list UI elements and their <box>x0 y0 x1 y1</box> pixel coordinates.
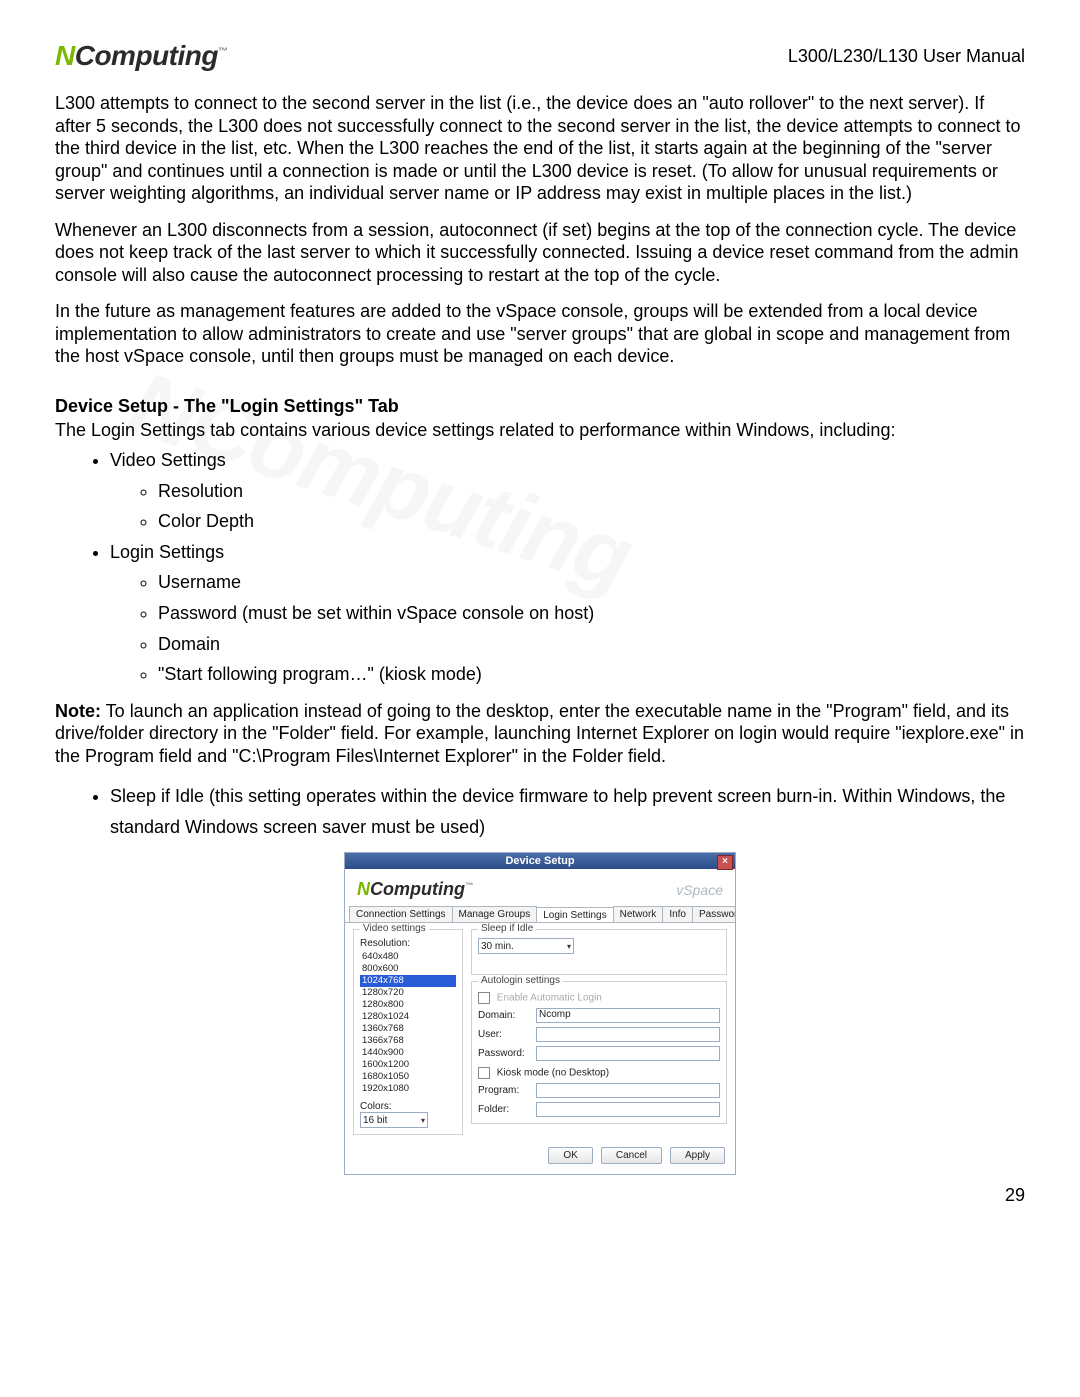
fieldset-title: Sleep if Idle <box>478 923 536 934</box>
apply-button[interactable]: Apply <box>670 1147 725 1164</box>
list-item: Login Settings Username Password (must b… <box>110 537 1025 690</box>
list-item: Username <box>158 567 1025 598</box>
password-label: Password: <box>478 1048 532 1059</box>
list-item: Color Depth <box>158 506 1025 537</box>
section-intro: The Login Settings tab contains various … <box>55 419 1025 442</box>
folder-label: Folder: <box>478 1104 532 1115</box>
device-setup-dialog: Device Setup × NComputing™ vSpace Connec… <box>344 852 736 1175</box>
resolution-option[interactable]: 1440x900 <box>360 1047 456 1059</box>
resolution-option[interactable]: 800x600 <box>360 963 456 975</box>
list-label: Video Settings <box>110 450 226 470</box>
tab-password[interactable]: Password <box>692 906 735 922</box>
domain-input[interactable]: Ncomp <box>536 1008 720 1023</box>
fieldset-title: Autologin settings <box>478 975 563 986</box>
kiosk-mode-checkbox[interactable] <box>478 1067 490 1079</box>
page-number: 29 <box>55 1185 1025 1206</box>
note-text: To launch an application instead of goin… <box>55 701 1024 766</box>
kiosk-mode-label: Kiosk mode (no Desktop) <box>497 1068 609 1079</box>
resolution-option[interactable]: 1920x1080 <box>360 1083 456 1095</box>
tab-connection-settings[interactable]: Connection Settings <box>349 906 453 922</box>
colors-label: Colors: <box>360 1101 456 1112</box>
list-item: Password (must be set within vSpace cons… <box>158 598 1025 629</box>
note-paragraph: Note: To launch an application instead o… <box>55 700 1025 768</box>
header-doc-title: L300/L230/L130 User Manual <box>788 46 1025 67</box>
resolution-label: Resolution: <box>360 938 456 949</box>
chevron-down-icon: ▾ <box>421 1116 425 1125</box>
ok-button[interactable]: OK <box>548 1147 592 1164</box>
colors-select[interactable]: 16 bit ▾ <box>360 1112 428 1128</box>
folder-input[interactable] <box>536 1102 720 1117</box>
sleep-fieldset: Sleep if Idle 30 min. ▾ <box>471 929 727 975</box>
resolution-option[interactable]: 1360x768 <box>360 1023 456 1035</box>
fieldset-title: Video settings <box>360 923 429 934</box>
resolution-option[interactable]: 1680x1050 <box>360 1071 456 1083</box>
resolution-option[interactable]: 1600x1200 <box>360 1059 456 1071</box>
program-input[interactable] <box>536 1083 720 1098</box>
dialog-title: Device Setup <box>505 855 574 867</box>
cancel-button[interactable]: Cancel <box>601 1147 662 1164</box>
list-item: "Start following program…" (kiosk mode) <box>158 659 1025 690</box>
sleep-list: Sleep if Idle (this setting operates wit… <box>55 781 1025 842</box>
dialog-titlebar: Device Setup × <box>345 853 735 869</box>
enable-autologin-label: Enable Automatic Login <box>497 993 602 1004</box>
resolution-option[interactable]: 1280x800 <box>360 999 456 1011</box>
chevron-down-icon: ▾ <box>567 942 571 951</box>
password-input[interactable] <box>536 1046 720 1061</box>
list-item: Domain <box>158 629 1025 660</box>
dialog-brand-logo: NComputing™ <box>357 879 473 900</box>
resolution-option[interactable]: 1366x768 <box>360 1035 456 1047</box>
program-label: Program: <box>478 1085 532 1096</box>
sleep-value: 30 min. <box>481 941 514 952</box>
video-settings-fieldset: Video settings Resolution: 640x480800x60… <box>353 929 463 1135</box>
resolution-option[interactable]: 640x480 <box>360 951 456 963</box>
enable-autologin-checkbox[interactable] <box>478 992 490 1004</box>
resolution-list[interactable]: 640x480800x6001024x7681280x7201280x80012… <box>360 951 456 1095</box>
dialog-tabs: Connection Settings Manage Groups Login … <box>345 906 735 923</box>
autologin-fieldset: Autologin settings Enable Automatic Logi… <box>471 981 727 1124</box>
list-item: Sleep if Idle (this setting operates wit… <box>110 781 1025 842</box>
list-label: Login Settings <box>110 542 224 562</box>
list-item: Video Settings Resolution Color Depth <box>110 445 1025 537</box>
resolution-option[interactable]: 1024x768 <box>360 975 456 987</box>
paragraph-1: L300 attempts to connect to the second s… <box>55 92 1025 205</box>
paragraph-3: In the future as management features are… <box>55 300 1025 368</box>
sleep-select[interactable]: 30 min. ▾ <box>478 938 574 954</box>
colors-value: 16 bit <box>363 1115 387 1126</box>
settings-list: Video Settings Resolution Color Depth Lo… <box>55 445 1025 690</box>
resolution-option[interactable]: 1280x1024 <box>360 1011 456 1023</box>
close-icon[interactable]: × <box>717 855 733 870</box>
user-label: User: <box>478 1029 532 1040</box>
resolution-option[interactable]: 1280x720 <box>360 987 456 999</box>
tab-login-settings[interactable]: Login Settings <box>536 907 613 923</box>
tab-manage-groups[interactable]: Manage Groups <box>452 906 538 922</box>
vspace-logo: vSpace <box>676 882 723 898</box>
list-item: Resolution <box>158 476 1025 507</box>
paragraph-2: Whenever an L300 disconnects from a sess… <box>55 219 1025 287</box>
tab-network[interactable]: Network <box>613 906 664 922</box>
user-input[interactable] <box>536 1027 720 1042</box>
brand-logo: NComputing™ <box>55 40 227 72</box>
page-header: NComputing™ L300/L230/L130 User Manual <box>55 40 1025 72</box>
section-heading: Device Setup - The "Login Settings" Tab <box>55 396 1025 417</box>
tab-info[interactable]: Info <box>662 906 693 922</box>
note-label: Note: <box>55 701 101 721</box>
domain-label: Domain: <box>478 1010 532 1021</box>
